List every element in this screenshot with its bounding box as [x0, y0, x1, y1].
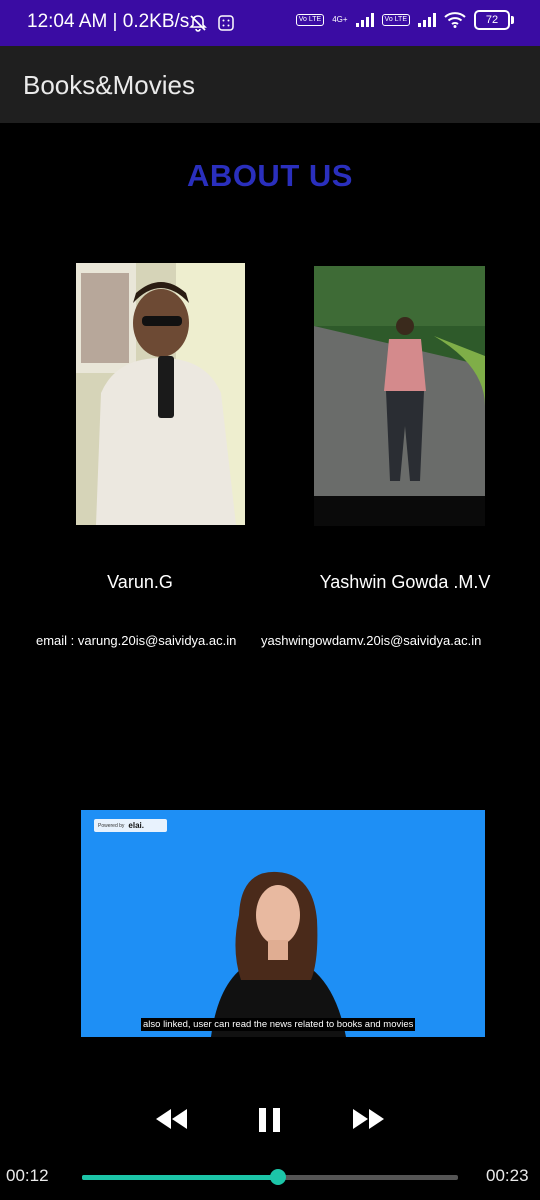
status-left-icons [188, 13, 234, 33]
powered-by-badge: Powered by elai. [94, 819, 167, 832]
video-caption: also linked, user can read the news rela… [141, 1018, 416, 1031]
member-email: yashwingowdamv.20is@saividya.ac.in [261, 633, 482, 648]
seek-bar[interactable] [82, 1169, 458, 1185]
app-bar: Books&Movies [0, 46, 540, 123]
powered-by-label: Powered by [98, 822, 125, 829]
status-right-icons: Vo LTE 4G+ Vo LTE 72 [295, 10, 514, 30]
total-duration: 00:23 [486, 1166, 529, 1185]
rewind-icon [156, 1109, 187, 1129]
signal-icon-2 [418, 13, 436, 27]
app-title: Books&Movies [23, 70, 195, 100]
fast-forward-icon [353, 1109, 384, 1129]
signal-icon [355, 13, 374, 27]
wifi-icon [444, 12, 466, 28]
muted-bell-icon [189, 15, 207, 32]
member-name: Yashwin Gowda .M.V [319, 572, 491, 592]
member-email: email : varung.20is@saividya.ac.in [36, 633, 237, 648]
seek-bar-thumb[interactable] [269, 1169, 286, 1185]
rewind-button[interactable] [154, 1107, 190, 1136]
member-photo-yashwin [314, 266, 485, 526]
video-player[interactable]: Powered by elai. also linked, user can r… [81, 810, 485, 1037]
member-photo-yashwin-image [314, 266, 485, 526]
page-heading: ABOUT US [187, 158, 353, 193]
fast-forward-button[interactable] [350, 1107, 386, 1136]
status-bar: 12:04 AM | 0.2KB/s Vo LTE 4G+ Vo LTE 72 [0, 0, 540, 46]
seek-bar-progress [82, 1175, 278, 1180]
app-grid-icon [218, 15, 234, 31]
status-time: 12:04 AM | 0.2KB/s [27, 11, 190, 32]
member-photo-varun [76, 263, 245, 525]
video-frame [211, 871, 346, 1037]
member-photo-varun-image [76, 263, 245, 525]
pause-button[interactable] [257, 1106, 283, 1139]
elapsed-time: 00:12 [6, 1166, 49, 1185]
volte-icon: Vo LTE [295, 14, 325, 26]
battery-icon: 72 [474, 10, 514, 30]
volte-icon-2: Vo LTE [381, 14, 410, 26]
pause-icon [259, 1108, 280, 1132]
member-name: Varun.G [107, 572, 173, 592]
brand-logo: elai. [128, 821, 144, 830]
network-type: 4G+ [332, 15, 348, 24]
